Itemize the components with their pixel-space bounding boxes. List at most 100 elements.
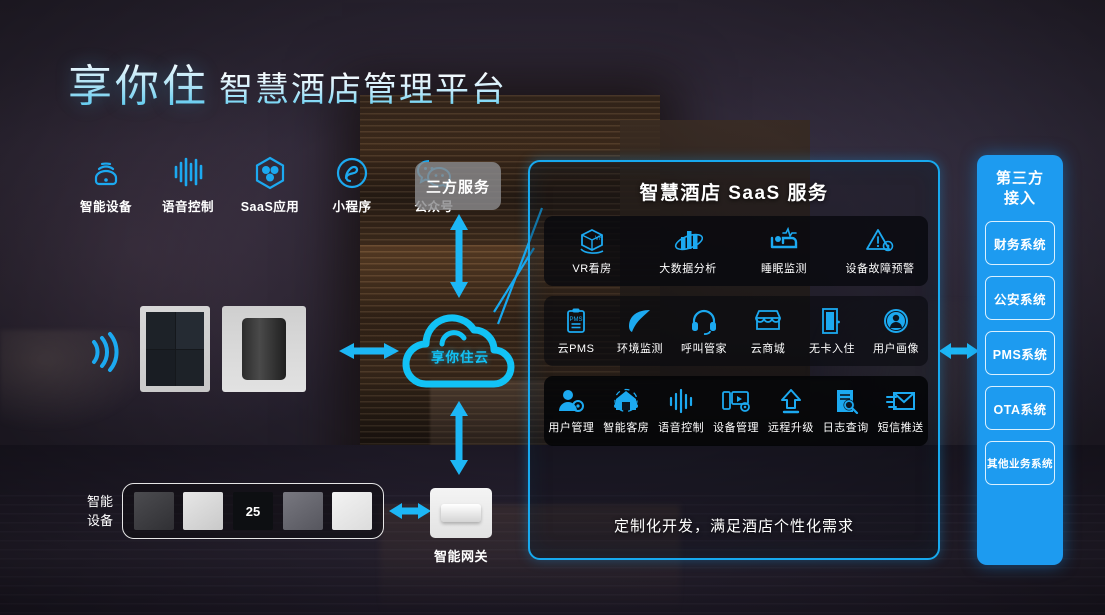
wall-panel-photo: [140, 306, 210, 392]
saas-item-cardless[interactable]: 无卡入住: [801, 307, 863, 356]
cloud-label: 享你住云: [431, 350, 489, 365]
brand-name: 享你住: [68, 62, 209, 111]
door-lock-thumb[interactable]: [183, 492, 224, 530]
thermostat-value: 25: [245, 503, 261, 519]
wireless-signal-icon: [92, 332, 119, 372]
channel-smart-device[interactable]: 智能设备: [78, 156, 134, 215]
smart-device-icon: [88, 156, 124, 190]
device-photo-group: [140, 306, 306, 392]
device-group-label-line1: 智能: [86, 494, 113, 509]
tp-item-label: OTA系统: [993, 402, 1047, 417]
voice-control-icon: [170, 156, 206, 190]
gateway-node[interactable]: 智能网关: [430, 488, 492, 565]
headset-icon: [692, 309, 716, 335]
channel-label: SaaS应用: [240, 200, 300, 214]
tp-item-finance[interactable]: 财务系统: [985, 221, 1055, 265]
tp-item-label: PMS系统: [992, 347, 1048, 362]
channel-saas-app[interactable]: SaaS应用: [240, 156, 300, 215]
sms-push-icon: [885, 391, 915, 410]
device-group-label-line2: 设备: [86, 513, 113, 528]
saas-item-label: 远程升级: [767, 421, 814, 434]
user-settings-icon: [559, 389, 585, 412]
channel-label: 语音控制: [161, 200, 214, 214]
saas-item-devicemanage[interactable]: 设备管理: [709, 388, 764, 435]
saas-row-1: PMS 云PMS 环境监测 呼叫管家 云商城 无卡入住 用户画像: [544, 296, 928, 366]
third-party-access-panel: 第三方 接入 财务系统 公安系统 PMS系统 OTA系统 其他业务系统: [977, 155, 1063, 565]
tp-item-ota[interactable]: OTA系统: [985, 386, 1055, 430]
cloud-node[interactable]: 享你住云: [396, 306, 524, 392]
control-panel-thumb[interactable]: [282, 492, 323, 530]
saas-row-0: VR VR看房 大数据分析 睡眠监测 设备故障预警: [544, 216, 928, 286]
device-manage-icon: [722, 390, 750, 412]
saas-item-butler[interactable]: 呼叫管家: [673, 307, 735, 356]
saas-row-2: 用户管理 智能客房 语音控制 设备管理 远程升级 日志查询 短信推送: [544, 376, 928, 446]
upgrade-arrow-icon: [780, 388, 801, 413]
saas-item-label: 环境监测: [617, 342, 663, 355]
background-umbrella: [0, 330, 150, 430]
saas-item-label: VR看房: [572, 262, 612, 275]
third-party-access-title: 第三方 接入: [996, 169, 1044, 209]
arrow-saas-to-thirdparty: [939, 343, 979, 359]
sleep-monitor-icon: [770, 226, 798, 248]
gateway-photo: [430, 488, 492, 538]
svg-text:PMS: PMS: [569, 317, 582, 323]
saas-item-sms[interactable]: 短信推送: [873, 388, 928, 435]
light-strip-thumb[interactable]: [332, 492, 373, 530]
big-data-icon: [674, 230, 703, 250]
saas-item-upgrade[interactable]: 远程升级: [763, 388, 818, 435]
fault-alert-icon: [866, 228, 894, 251]
tp-title-line1: 第三方: [995, 170, 1044, 187]
saas-item-profile[interactable]: 用户画像: [865, 307, 927, 356]
vr-box-icon: VR: [580, 228, 604, 254]
third-party-service-label: 三方服务: [425, 178, 490, 196]
saas-item-vr[interactable]: VR VR看房: [561, 227, 623, 276]
saas-item-label: 语音控制: [658, 421, 705, 434]
channel-label: 小程序: [332, 200, 372, 214]
saas-item-usermanage[interactable]: 用户管理: [544, 388, 599, 435]
leaf-icon: [629, 309, 650, 332]
switch-panel-thumb[interactable]: [133, 492, 174, 530]
saas-item-label: 短信推送: [877, 421, 924, 434]
tp-item-pms[interactable]: PMS系统: [985, 331, 1055, 375]
saas-item-label: 呼叫管家: [681, 342, 727, 355]
store-icon: [755, 309, 781, 330]
saas-item-mall[interactable]: 云商城: [737, 307, 799, 356]
tp-item-label: 其他业务系统: [987, 457, 1053, 470]
saas-item-env[interactable]: 环境监测: [609, 307, 671, 356]
log-search-icon: [836, 389, 858, 414]
device-strip: 25: [122, 483, 384, 539]
clipboard-pms-icon: PMS: [567, 308, 585, 333]
tp-item-police[interactable]: 公安系统: [985, 276, 1055, 320]
tp-item-label: 公安系统: [993, 292, 1046, 307]
saas-app-icon: [252, 156, 288, 190]
saas-panel: 智慧酒店 SaaS 服务 VR VR看房 大数据分析 睡眠监测 设备故障预警 P…: [528, 160, 940, 560]
voice-wave-icon: [670, 388, 693, 413]
saas-item-label: 日志查询: [822, 421, 869, 434]
tp-item-other[interactable]: 其他业务系统: [985, 441, 1055, 485]
saas-item-smartroom[interactable]: 智能客房: [599, 388, 654, 435]
arrow-service-to-cloud: [450, 214, 468, 298]
saas-item-bigdata[interactable]: 大数据分析: [657, 227, 719, 276]
saas-item-sleep[interactable]: 睡眠监测: [753, 226, 815, 276]
arrow-cloud-to-gateway: [450, 401, 468, 475]
page-title: 享你住 智慧酒店管理平台: [68, 50, 507, 114]
saas-item-label: 用户管理: [548, 421, 595, 434]
saas-item-label: 用户画像: [873, 342, 919, 355]
saas-item-label: 设备故障预警: [845, 262, 915, 275]
door-icon: [822, 307, 840, 334]
saas-item-fault[interactable]: 设备故障预警: [846, 227, 914, 276]
arrow-strip-to-gateway: [389, 503, 431, 519]
thermostat-thumb[interactable]: 25: [232, 492, 273, 530]
gateway-label: 智能网关: [433, 549, 488, 564]
channel-voice-control[interactable]: 语音控制: [160, 156, 216, 215]
mini-program-icon: [334, 156, 370, 190]
saas-item-label: 云PMS: [557, 342, 595, 355]
saas-item-pms[interactable]: PMS 云PMS: [545, 307, 607, 356]
saas-item-label: 智能客房: [603, 421, 650, 434]
saas-item-voice[interactable]: 语音控制: [654, 388, 709, 435]
saas-item-log[interactable]: 日志查询: [818, 388, 873, 435]
channel-mini-program[interactable]: 小程序: [324, 156, 380, 215]
channel-label: 智能设备: [79, 200, 132, 214]
page-subtitle: 智慧酒店管理平台: [219, 71, 507, 109]
smart-speaker-photo: [222, 306, 306, 392]
